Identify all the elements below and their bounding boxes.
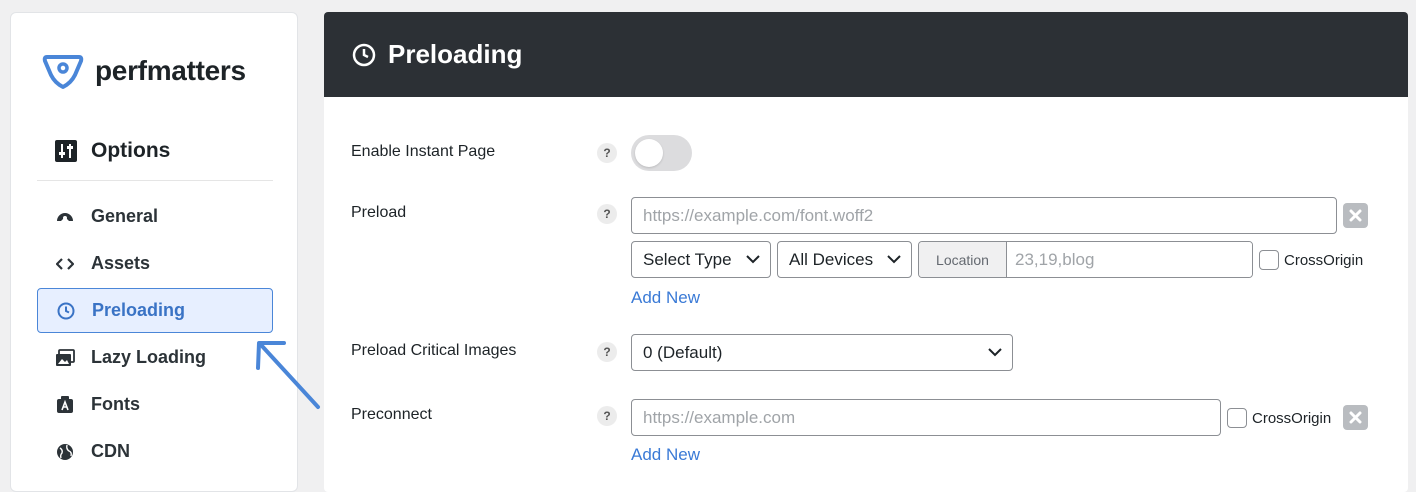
help-icon[interactable]: ? bbox=[597, 406, 617, 426]
page-header: Preloading bbox=[324, 12, 1408, 97]
sliders-icon bbox=[55, 140, 77, 162]
sidebar-divider bbox=[37, 180, 273, 181]
clock-icon bbox=[56, 301, 76, 321]
preload-add-new-link[interactable]: Add New bbox=[631, 288, 700, 308]
preconnect-label: Preconnect bbox=[351, 406, 432, 423]
location-addon-label: Location bbox=[919, 242, 1007, 277]
page-title: Preloading bbox=[388, 39, 523, 69]
preload-url-input[interactable] bbox=[631, 197, 1337, 234]
crossorigin-label: CrossOrigin bbox=[1284, 251, 1364, 269]
brand-logo[interactable]: perfmatters bbox=[41, 51, 246, 91]
checkbox-box[interactable] bbox=[1227, 408, 1247, 428]
main-panel: Preloading Enable Instant Page ? Preload… bbox=[324, 12, 1408, 492]
brand-name: perfmatters bbox=[95, 55, 246, 86]
sidebar-item-cdn[interactable]: CDN bbox=[37, 429, 273, 474]
globe-icon bbox=[55, 442, 75, 462]
help-icon[interactable]: ? bbox=[597, 342, 617, 362]
crossorigin-label: CrossOrigin bbox=[1252, 409, 1332, 427]
preconnect-url-input[interactable] bbox=[631, 399, 1221, 436]
annotation-arrow-icon bbox=[256, 341, 320, 409]
sidebar-item-assets[interactable]: Assets bbox=[37, 241, 273, 286]
sidebar-item-lazy-loading[interactable]: Lazy Loading bbox=[37, 335, 273, 380]
critical-images-select[interactable]: 0 (Default) bbox=[631, 334, 1013, 371]
sidebar-item-label: General bbox=[91, 206, 159, 226]
critical-images-value: 0 (Default) bbox=[643, 342, 723, 362]
help-icon[interactable]: ? bbox=[597, 143, 617, 163]
options-title: Options bbox=[91, 139, 171, 162]
sidebar-item-label: Lazy Loading bbox=[91, 347, 207, 367]
options-heading: Options bbox=[55, 139, 170, 163]
chevron-down-icon bbox=[988, 348, 1002, 357]
clock-icon bbox=[352, 43, 376, 66]
close-icon bbox=[1349, 209, 1362, 222]
sidebar-item-label: Preloading bbox=[92, 300, 186, 320]
critical-images-label: Preload Critical Images bbox=[351, 342, 517, 359]
preload-type-value: Select Type bbox=[643, 249, 732, 269]
sidebar-item-fonts[interactable]: Fonts bbox=[37, 382, 273, 427]
chevron-down-icon bbox=[887, 255, 901, 264]
preconnect-remove-button[interactable] bbox=[1343, 405, 1368, 430]
chevron-down-icon bbox=[746, 255, 760, 264]
images-icon bbox=[55, 348, 75, 368]
gauge-icon bbox=[55, 207, 75, 227]
sidebar-item-general[interactable]: General bbox=[37, 194, 273, 239]
preload-device-value: All Devices bbox=[789, 249, 874, 269]
close-icon bbox=[1349, 411, 1362, 424]
help-icon[interactable]: ? bbox=[597, 204, 617, 224]
sidebar-item-label: Assets bbox=[91, 253, 151, 273]
preload-location-input[interactable] bbox=[1007, 242, 1252, 277]
toggle-knob bbox=[635, 139, 663, 167]
perfmatters-logo-icon bbox=[42, 55, 84, 89]
font-icon bbox=[55, 395, 75, 415]
instant-page-label: Enable Instant Page bbox=[351, 143, 496, 160]
preload-device-select[interactable]: All Devices bbox=[777, 241, 912, 278]
preload-type-select[interactable]: Select Type bbox=[631, 241, 771, 278]
sidebar-item-label: Fonts bbox=[91, 394, 140, 414]
instant-page-toggle[interactable] bbox=[631, 135, 692, 171]
preconnect-crossorigin-checkbox[interactable]: CrossOrigin bbox=[1227, 408, 1331, 428]
preconnect-add-new-link[interactable]: Add New bbox=[631, 445, 700, 465]
sidebar-item-preloading[interactable]: Preloading bbox=[37, 288, 273, 333]
preload-location-group: Location bbox=[918, 241, 1253, 278]
code-icon bbox=[55, 254, 75, 274]
preload-remove-button[interactable] bbox=[1343, 203, 1368, 228]
preload-crossorigin-checkbox[interactable]: CrossOrigin bbox=[1259, 250, 1363, 270]
preload-label: Preload bbox=[351, 204, 407, 221]
sidebar: perfmatters Options General Assets Prelo… bbox=[10, 12, 298, 492]
checkbox-box[interactable] bbox=[1259, 250, 1279, 270]
sidebar-item-label: CDN bbox=[91, 441, 130, 461]
